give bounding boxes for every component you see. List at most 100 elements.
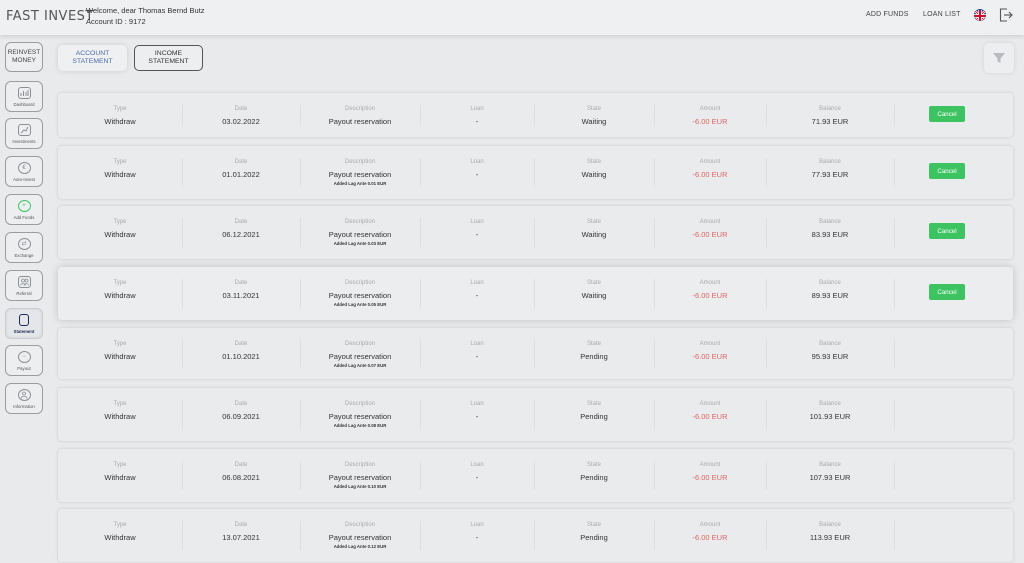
cell-description: Description Payout reservation Added Lag A… — [300, 267, 420, 320]
cell-amount: Amount -6.00 EUR — [654, 509, 766, 562]
cancel-button[interactable]: Cancel — [929, 106, 965, 122]
welcome-text: Welcome, dear Thomas Bernd Butz — [86, 6, 205, 15]
value-state: Waiting — [581, 291, 607, 300]
cell-description: Description Payout reservation — [300, 93, 420, 137]
loan-list-link[interactable]: LOAN LIST — [923, 11, 961, 18]
uk-flag-icon[interactable] — [974, 9, 986, 21]
table-row: Type Withdraw Date 03.11.2021 Description Pay… — [58, 267, 1013, 320]
sidebar-item-label: Add Funds — [13, 214, 35, 220]
value-type: Withdraw — [104, 352, 136, 361]
sidebar-item-label: Investments — [12, 138, 36, 144]
cell-amount: Amount -6.00 EUR — [654, 449, 766, 502]
sidebar-item-statement[interactable]: Statement — [5, 308, 43, 339]
top-bar: FAST INVEST Welcome, dear Thomas Bernd B… — [0, 0, 1024, 35]
sidebar-item-exchange[interactable]: ⇄ Exchange — [5, 232, 43, 263]
tab-income-statement[interactable]: INCOME STATEMENT — [134, 45, 203, 71]
column-header-balance: Balance — [819, 401, 841, 407]
growth-chart-icon — [17, 123, 31, 136]
account-id: Account ID : 9172 — [86, 17, 146, 26]
value-amount: -6.00 EUR — [692, 473, 728, 482]
value-loan: - — [475, 291, 479, 300]
bar-chart-icon — [17, 86, 31, 99]
cell-type: Type Withdraw — [58, 267, 182, 320]
tab-label: INCOME STATEMENT — [148, 50, 189, 65]
column-header-type: Type — [113, 106, 127, 112]
column-header-type: Type — [113, 401, 127, 407]
cancel-button[interactable]: Cancel — [929, 223, 965, 239]
reinvest-money-button[interactable]: REINVEST MONEY — [5, 42, 43, 72]
sidebar-item-investments[interactable]: Investments — [5, 118, 43, 149]
column-header-date: Date — [234, 462, 248, 468]
column-header-state: State — [586, 280, 601, 286]
table-row: Type Withdraw Date 13.07.2021 Description Pay… — [58, 509, 1013, 562]
sidebar-item-auto-invest[interactable]: € Auto-Invest — [5, 156, 43, 187]
value-type: Withdraw — [104, 170, 136, 179]
value-balance: 107.93 EUR — [809, 473, 851, 482]
value-state: Pending — [580, 412, 608, 421]
description-note: Added Lag Ante 0.03 EUR — [333, 241, 387, 246]
cell-loan: Loan - — [420, 267, 534, 320]
column-header-date: Date — [234, 159, 248, 165]
cell-loan: Loan - — [420, 146, 534, 199]
sidebar-item-payout[interactable]: − Payout — [5, 345, 43, 376]
value-loan: - — [475, 117, 479, 126]
column-header-description: Description — [344, 106, 375, 112]
sidebar-item-information[interactable]: Information — [5, 383, 43, 414]
cell-date: Date 06.12.2021 — [182, 206, 300, 259]
sidebar-item-label: Payout — [17, 365, 31, 371]
sidebar-item-add-funds[interactable]: + Add Funds — [5, 194, 43, 225]
value-type: Withdraw — [104, 117, 136, 126]
cell-date: Date 03.02.2022 — [182, 93, 300, 137]
cell-balance: Balance 101.93 EUR — [766, 388, 894, 441]
column-header-balance: Balance — [819, 219, 841, 225]
value-date: 01.10.2021 — [222, 352, 260, 361]
cell-date: Date 01.10.2021 — [182, 328, 300, 379]
cell-balance: Balance 113.93 EUR — [766, 509, 894, 562]
cell-balance: Balance 77.93 EUR — [766, 146, 894, 199]
euro-refresh-icon: € — [17, 161, 31, 174]
cell-type: Type Withdraw — [58, 388, 182, 441]
value-description: Payout reservation — [328, 352, 392, 361]
column-header-amount: Amount — [699, 159, 721, 165]
cell-amount: Amount -6.00 EUR — [654, 388, 766, 441]
column-header-state: State — [586, 159, 601, 165]
cell-date: Date 01.01.2022 — [182, 146, 300, 199]
column-divider — [894, 461, 895, 490]
table-row: Type Withdraw Date 06.12.2021 Description Pay… — [58, 206, 1013, 259]
column-header-state: State — [586, 341, 601, 347]
filter-icon — [993, 53, 1005, 63]
column-header-state: State — [586, 401, 601, 407]
column-divider — [894, 279, 895, 308]
people-icon — [17, 275, 31, 288]
tab-account-statement[interactable]: ACCOUNT STATEMENT — [58, 45, 127, 71]
column-header-balance: Balance — [819, 462, 841, 468]
value-amount: -6.00 EUR — [692, 291, 728, 300]
value-state: Waiting — [581, 170, 607, 179]
column-header-amount: Amount — [699, 341, 721, 347]
sidebar-item-referral[interactable]: Referral — [5, 270, 43, 301]
logout-icon[interactable] — [998, 7, 1014, 23]
cell-state: State Pending — [534, 509, 654, 562]
sidebar-item-dashboard[interactable]: Dashboard — [5, 81, 43, 112]
cell-balance: Balance 107.93 EUR — [766, 449, 894, 502]
cancel-button[interactable]: Cancel — [929, 284, 965, 300]
cell-state: State Pending — [534, 449, 654, 502]
column-header-type: Type — [113, 159, 127, 165]
value-description: Payout reservation — [328, 533, 392, 542]
value-amount: -6.00 EUR — [692, 533, 728, 542]
column-header-amount: Amount — [699, 280, 721, 286]
value-date: 06.12.2021 — [222, 230, 260, 239]
value-type: Withdraw — [104, 291, 136, 300]
sidebar-item-label: Exchange — [14, 252, 34, 258]
document-icon — [19, 313, 29, 326]
cell-amount: Amount -6.00 EUR — [654, 328, 766, 379]
cell-description: Description Payout reservation Added Lag A… — [300, 449, 420, 502]
brand-logo[interactable]: FAST INVEST — [6, 9, 94, 24]
value-loan: - — [475, 352, 479, 361]
column-header-date: Date — [234, 280, 248, 286]
add-funds-link[interactable]: ADD FUNDS — [866, 11, 909, 18]
table-row: Type Withdraw Date 01.01.2022 Description Pay… — [58, 146, 1013, 199]
value-balance: 95.93 EUR — [811, 352, 849, 361]
cancel-button[interactable]: Cancel — [929, 163, 965, 179]
filter-button[interactable] — [984, 43, 1014, 73]
